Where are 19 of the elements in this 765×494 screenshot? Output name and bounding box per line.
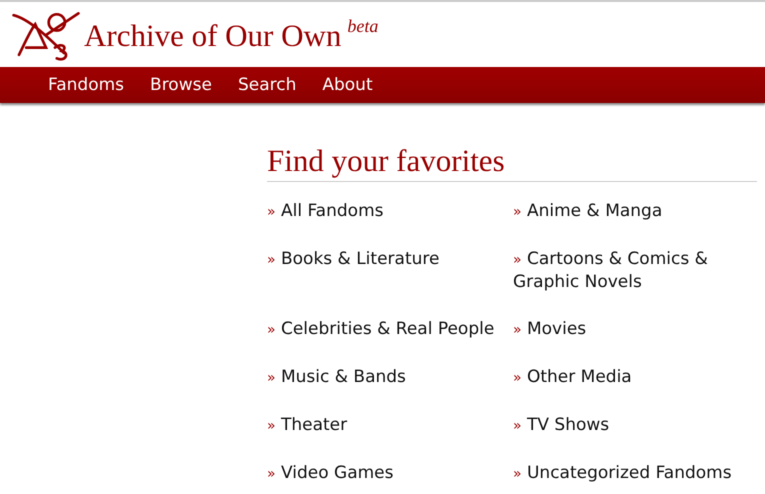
category-link[interactable]: » Uncategorized Fandoms [513,462,753,485]
nav-link[interactable]: Search [238,75,296,95]
beta-label: beta [347,16,378,37]
category-link[interactable]: » Books & Literature [267,248,513,271]
category-link[interactable]: » TV Shows [513,414,753,437]
section-heading: Find your favorites [267,143,757,182]
category-link[interactable]: » Video Games [267,462,513,485]
category-link[interactable]: » Celebrities & Real People [267,318,513,341]
nav-link[interactable]: Browse [150,75,212,95]
category-link[interactable]: » Anime & Manga [513,200,753,223]
category-link[interactable]: » All Fandoms [267,200,513,223]
nav-link[interactable]: About [322,75,373,95]
category-link[interactable]: » Movies [513,318,753,341]
category-link[interactable]: » Other Media [513,366,753,389]
site-title[interactable]: Archive of Our Own [84,18,342,54]
category-link[interactable]: » Theater [267,414,513,437]
nav-link[interactable]: Fandoms [48,75,124,95]
category-link[interactable]: » Music & Bands [267,366,513,389]
category-link[interactable]: » Cartoons & Comics & Graphic Novels [513,248,753,293]
